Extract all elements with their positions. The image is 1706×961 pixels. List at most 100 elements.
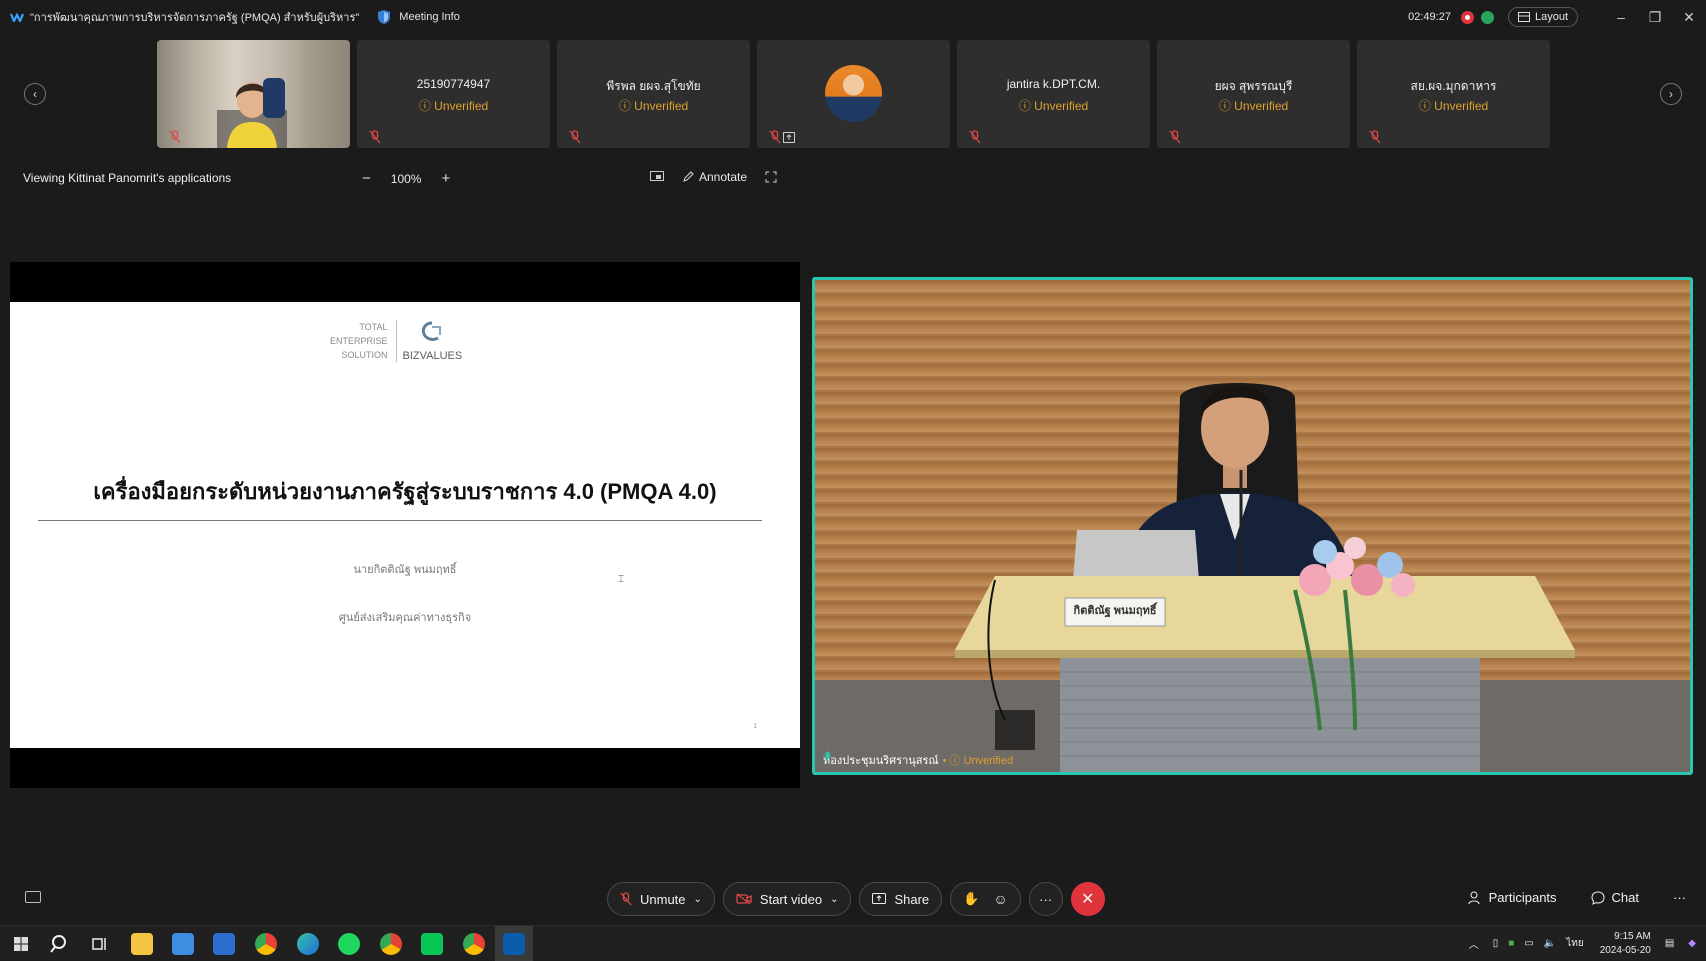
reactions-icon[interactable]: ☺	[993, 891, 1007, 907]
chrome-window-icon[interactable]	[463, 933, 485, 955]
speaker-room-name: ห้องประชุมนริศรานุสรณ์	[823, 755, 939, 767]
pen-icon	[683, 171, 694, 182]
chevron-down-icon[interactable]: ⌄	[694, 894, 702, 905]
avatar	[825, 65, 882, 122]
filmstrip-prev-button[interactable]: ‹	[24, 83, 46, 105]
close-window-icon[interactable]: ✕	[1672, 9, 1706, 26]
chat-icon	[1591, 890, 1605, 905]
line-app-icon[interactable]	[421, 933, 443, 955]
meeting-controls: Unmute ⌄ Start video ⌄ Share ✋ ☺ ··· ✕	[607, 882, 1105, 916]
more-panels-icon[interactable]: ···	[1673, 890, 1686, 905]
start-video-button[interactable]: Start video ⌄	[722, 882, 852, 916]
speaker-unverified-badge: • ⓘ Unverified	[942, 755, 1014, 767]
zoom-controls: − 100% +	[362, 170, 450, 187]
spotify-icon[interactable]	[338, 933, 360, 955]
mic-icon	[823, 751, 832, 762]
meeting-info-link[interactable]: Meeting Info	[399, 11, 460, 23]
shield-icon[interactable]	[377, 9, 391, 25]
webex-app-icon[interactable]	[503, 933, 525, 955]
minimize-icon[interactable]: –	[1604, 9, 1638, 25]
clock[interactable]: 9:15 AM 2024-05-20	[1600, 930, 1651, 958]
windows-taskbar: ︿ ▯ ■ ▭ 🔈 ไทย 9:15 AM 2024-05-20 ▤ ◆	[0, 925, 1706, 961]
more-options-button[interactable]: ···	[1028, 882, 1063, 916]
presentation-slide: TOTAL ENTERPRISE SOLUTION BIZVALUES เครื…	[10, 302, 800, 748]
raise-hand-icon[interactable]: ✋	[963, 891, 979, 907]
filmstrip-next-button[interactable]: ›	[1660, 83, 1682, 105]
leave-meeting-button[interactable]: ✕	[1070, 882, 1105, 916]
panel-toggles: Participants Chat ···	[1468, 890, 1686, 905]
slide-title: เครื่องมือยกระดับหน่วยงานภาครัฐสู่ระบบรา…	[93, 479, 717, 504]
network-icon[interactable]: ▭	[1524, 938, 1533, 949]
unverified-badge: ⓘ Unverified	[418, 99, 489, 113]
edge-icon[interactable]	[297, 933, 319, 955]
muted-mic-icon	[620, 892, 632, 906]
muted-mic-icon	[169, 130, 181, 144]
participant-video	[217, 78, 287, 148]
chevron-right-icon: ›	[1669, 87, 1673, 101]
share-screen-icon	[872, 893, 887, 904]
title-bar: "การพัฒนาคุณภาพการบริหารจัดการภาครัฐ (PM…	[0, 0, 1706, 34]
captions-icon[interactable]	[25, 891, 41, 903]
shared-screen[interactable]: TOTAL ENTERPRISE SOLUTION BIZVALUES เครื…	[10, 262, 800, 788]
share-label: Share	[894, 891, 930, 907]
file-explorer-icon[interactable]	[131, 933, 153, 955]
tray-expand-icon[interactable]: ︿	[1469, 936, 1479, 951]
battery-icon[interactable]: ▯	[1493, 938, 1499, 949]
participant-tile[interactable]	[757, 40, 950, 148]
slide-organization: ศูนย์ส่งเสริมคุณค่าทางธุรกิจ	[338, 612, 472, 624]
restore-icon[interactable]: ❐	[1638, 9, 1672, 26]
store-icon[interactable]	[172, 933, 194, 955]
participant-tile[interactable]	[157, 40, 350, 148]
windows-start-icon[interactable]	[10, 933, 32, 955]
zoom-level[interactable]: 100%	[391, 172, 422, 186]
meeting-title: "การพัฒนาคุณภาพการบริหารจัดการภาครัฐ (PM…	[30, 12, 360, 24]
sharing-icon	[783, 132, 795, 143]
share-button[interactable]: Share	[859, 882, 943, 916]
clock-time: 9:15 AM	[1614, 930, 1651, 942]
participant-name: ยผจ สุพรรณบุรี	[1214, 79, 1293, 93]
security-tray-icon[interactable]: ■	[1508, 938, 1514, 949]
participant-tile[interactable]: สย.ผจ.มุกดาหาร ⓘ Unverified	[1357, 40, 1550, 148]
unmute-button[interactable]: Unmute ⌄	[607, 882, 715, 916]
active-speaker-video[interactable]: กิตติณัฐ พนมฤทธิ์ ห้องประชุมนริศรานุสรณ์…	[812, 277, 1693, 775]
participant-tile[interactable]: พีรพล ยผจ.สุโขทัย ⓘ Unverified	[557, 40, 750, 148]
zoom-out-button[interactable]: −	[362, 170, 371, 187]
participants-icon	[1468, 891, 1480, 904]
layout-button[interactable]: Layout	[1507, 7, 1578, 27]
mail-icon[interactable]	[213, 933, 235, 955]
participants-button[interactable]: Participants	[1468, 890, 1557, 905]
connection-status-icon[interactable]	[1480, 10, 1494, 24]
chrome-icon[interactable]	[255, 933, 277, 955]
chevron-left-icon: ‹	[33, 87, 37, 101]
chat-button[interactable]: Chat	[1591, 890, 1639, 905]
muted-mic-icon	[1369, 130, 1381, 144]
title-bar-right: 02:49:27 Layout – ❐ ✕	[1408, 0, 1706, 34]
chrome-profile-icon[interactable]	[380, 933, 402, 955]
clock-date: 2024-05-20	[1599, 944, 1651, 956]
zoom-in-button[interactable]: +	[441, 170, 450, 187]
participant-tile[interactable]: ยผจ สุพรรณบุรี ⓘ Unverified	[1157, 40, 1350, 148]
participant-tile[interactable]: 25190774947 ⓘ Unverified	[357, 40, 550, 148]
pop-out-icon[interactable]	[650, 171, 664, 183]
speaker-nameplate: กิตติณัฐ พนมฤทธิ์	[1073, 605, 1157, 617]
search-icon[interactable]	[49, 933, 71, 955]
participant-tile[interactable]: jantira k.DPT.CM. ⓘ Unverified	[957, 40, 1150, 148]
volume-icon[interactable]: 🔈	[1544, 938, 1556, 949]
cursor-icon: ⌶	[618, 574, 624, 585]
muted-mic-icon	[769, 130, 781, 144]
chevron-down-icon[interactable]: ⌄	[830, 894, 838, 905]
webex-logo-icon	[10, 12, 24, 22]
participant-name: สย.ผจ.มุกดาหาร	[1410, 79, 1497, 93]
video-off-icon	[736, 893, 752, 905]
notifications-icon[interactable]: ▤	[1665, 938, 1674, 949]
recording-icon[interactable]	[1460, 10, 1474, 24]
webex-meeting-window: "การพัฒนาคุณภาพการบริหารจัดการภาครัฐ (PM…	[0, 0, 1706, 925]
unverified-badge: ⓘ Unverified	[618, 99, 689, 113]
task-view-icon[interactable]	[88, 933, 110, 955]
input-language[interactable]: ไทย	[1566, 936, 1583, 951]
brand-name: BIZVALUES	[402, 349, 463, 362]
copilot-icon[interactable]: ◆	[1688, 938, 1696, 949]
slide-presenter: นายกิตติณัฐ พนมฤทธิ์	[353, 564, 457, 576]
fullscreen-icon[interactable]	[765, 171, 777, 183]
annotate-button[interactable]: Annotate	[682, 170, 747, 184]
